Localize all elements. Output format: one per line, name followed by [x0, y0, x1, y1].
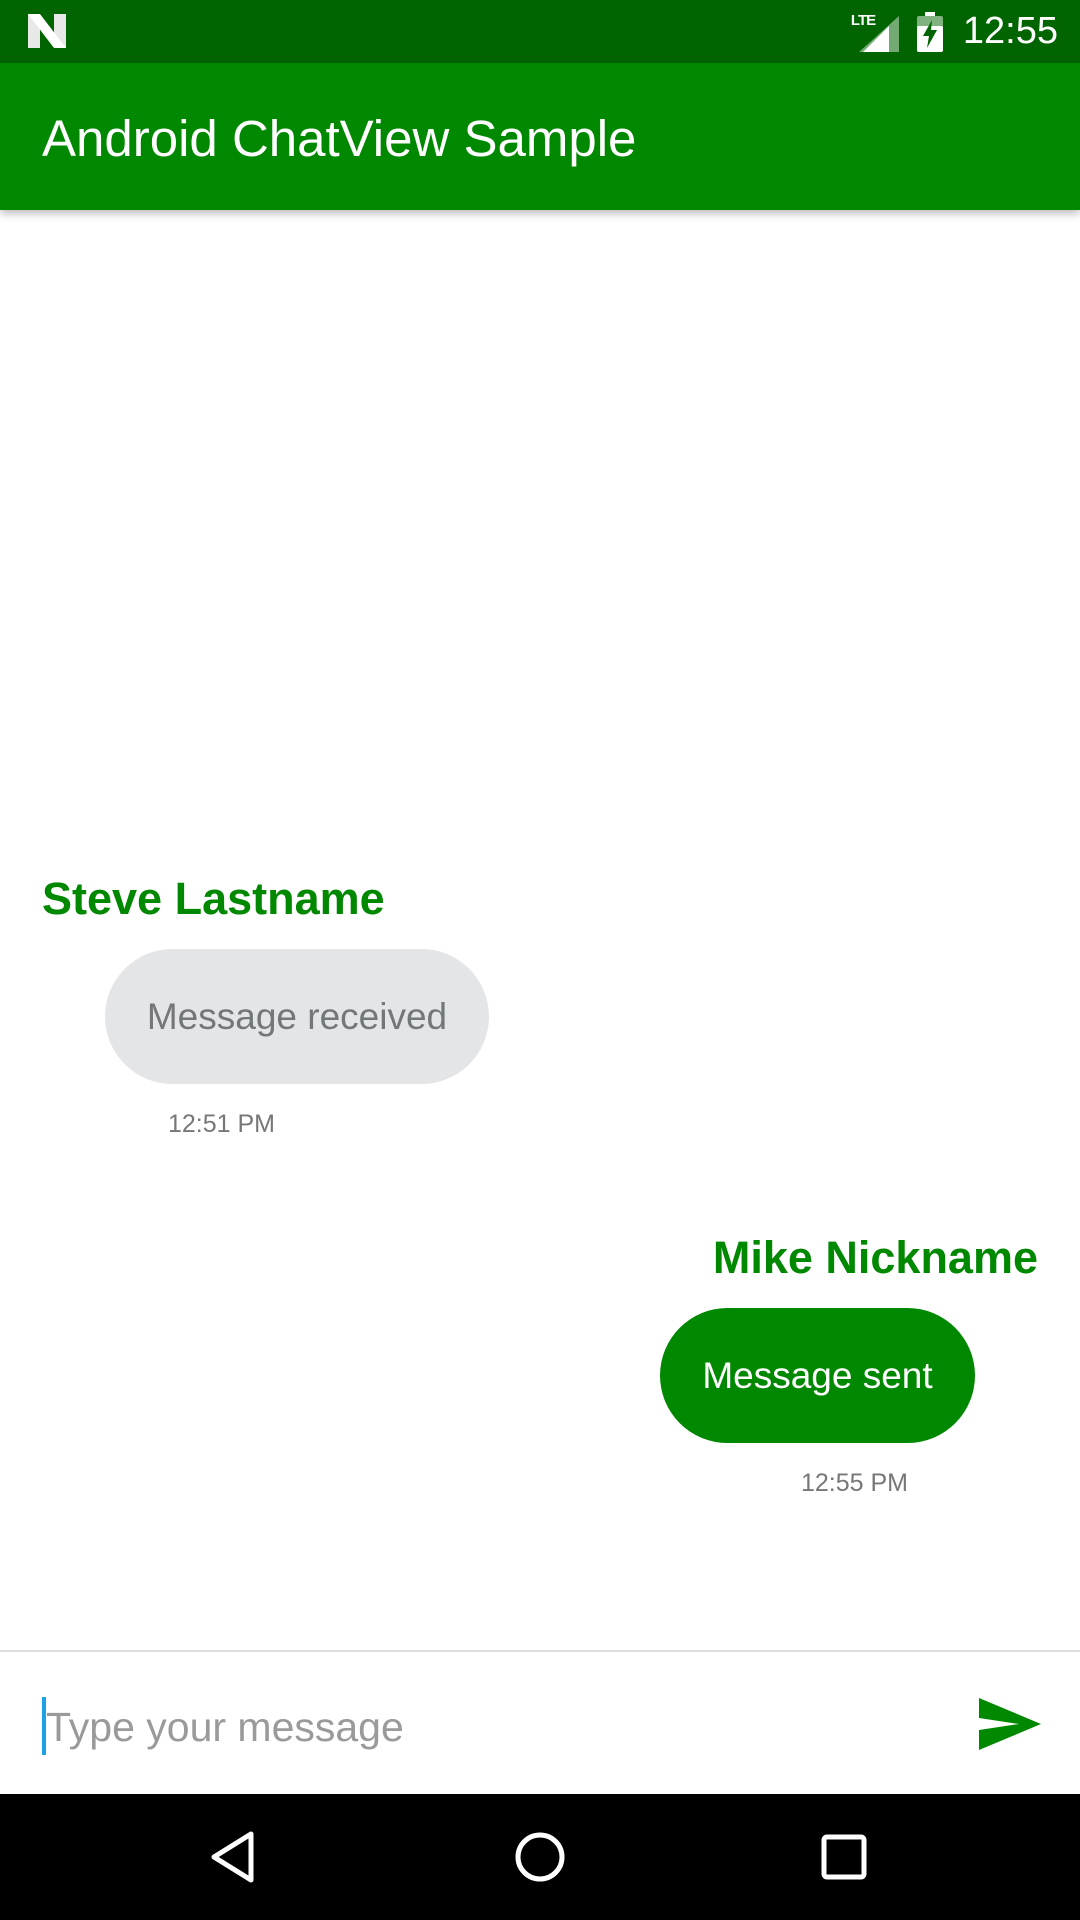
sender-name: Mike Nickname: [712, 1232, 1038, 1283]
send-icon[interactable]: [975, 1694, 1045, 1754]
recents-icon[interactable]: [814, 1827, 874, 1887]
message-timestamp: 12:51 PM: [168, 1110, 276, 1138]
message-bubble-sent[interactable]: Message sent: [660, 1308, 975, 1443]
message-bubble-received[interactable]: Message received: [105, 949, 489, 1084]
navigation-bar: [0, 1794, 1080, 1920]
sender-name: Steve Lastname: [42, 873, 385, 924]
app-bar: Android ChatView Sample: [0, 63, 1080, 210]
status-time: 12:55: [962, 10, 1058, 52]
battery-icon: [916, 11, 943, 52]
n-logo-icon: [28, 14, 66, 48]
home-icon[interactable]: [510, 1827, 570, 1887]
status-bar: LTE 12:55: [0, 0, 1080, 63]
text-cursor: [42, 1697, 46, 1755]
message-composer: [0, 1650, 1080, 1796]
back-icon[interactable]: [206, 1827, 266, 1887]
page-title: Android ChatView Sample: [42, 110, 637, 167]
signal-icon: LTE: [851, 12, 899, 52]
message-input[interactable]: [40, 1692, 926, 1762]
status-indicators: LTE 12:55: [851, 0, 1058, 63]
message-timestamp: 12:55 PM: [801, 1469, 909, 1497]
